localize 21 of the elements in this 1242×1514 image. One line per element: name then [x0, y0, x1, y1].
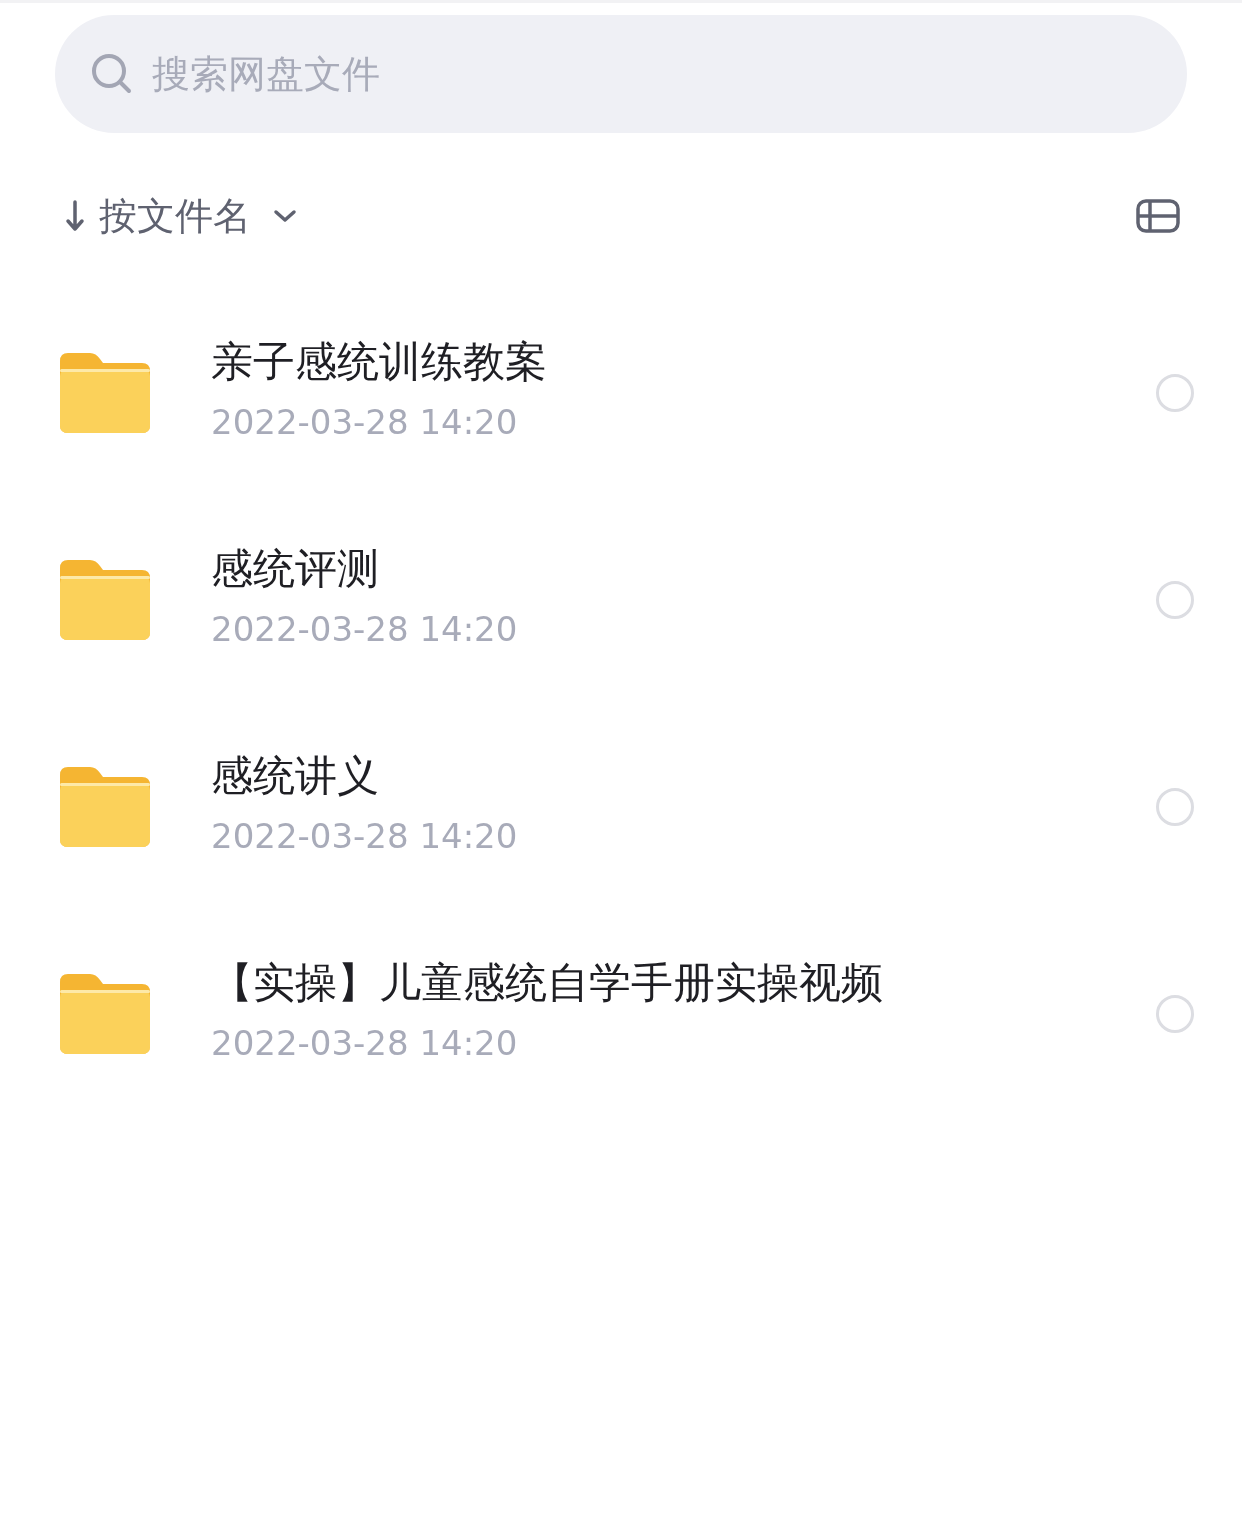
folder-name[interactable]: 感统讲义	[211, 747, 1156, 804]
modified-date: 2022-03-28 14:20	[211, 401, 519, 442]
modified-date: 2022-03-28 14:20	[211, 1022, 519, 1063]
select-radio[interactable]	[1156, 787, 1194, 826]
folder-name[interactable]: 亲子感统训练教案	[211, 333, 1156, 390]
search-field[interactable]: 搜索网盘文件	[55, 15, 1187, 133]
sort-label[interactable]: 按文件名	[99, 190, 251, 242]
modified-date: 2022-03-28 14:20	[211, 608, 519, 649]
folder-icon	[60, 352, 150, 433]
select-radio[interactable]	[1156, 994, 1194, 1033]
folder-name[interactable]: 【实操】儿童感统自学手册实操视频	[211, 954, 1156, 1011]
select-radio[interactable]	[1156, 373, 1194, 412]
folder-icon	[60, 973, 150, 1054]
chevron-down-icon[interactable]	[273, 209, 297, 223]
view-toggle-icon[interactable]	[1136, 199, 1180, 233]
folder-icon	[60, 559, 150, 640]
select-radio[interactable]	[1156, 580, 1194, 619]
sort-arrow-icon[interactable]	[65, 199, 85, 233]
modified-date: 2022-03-28 14:20	[211, 815, 519, 856]
folder-icon	[60, 766, 150, 847]
folder-name[interactable]: 感统评测	[211, 540, 1156, 597]
